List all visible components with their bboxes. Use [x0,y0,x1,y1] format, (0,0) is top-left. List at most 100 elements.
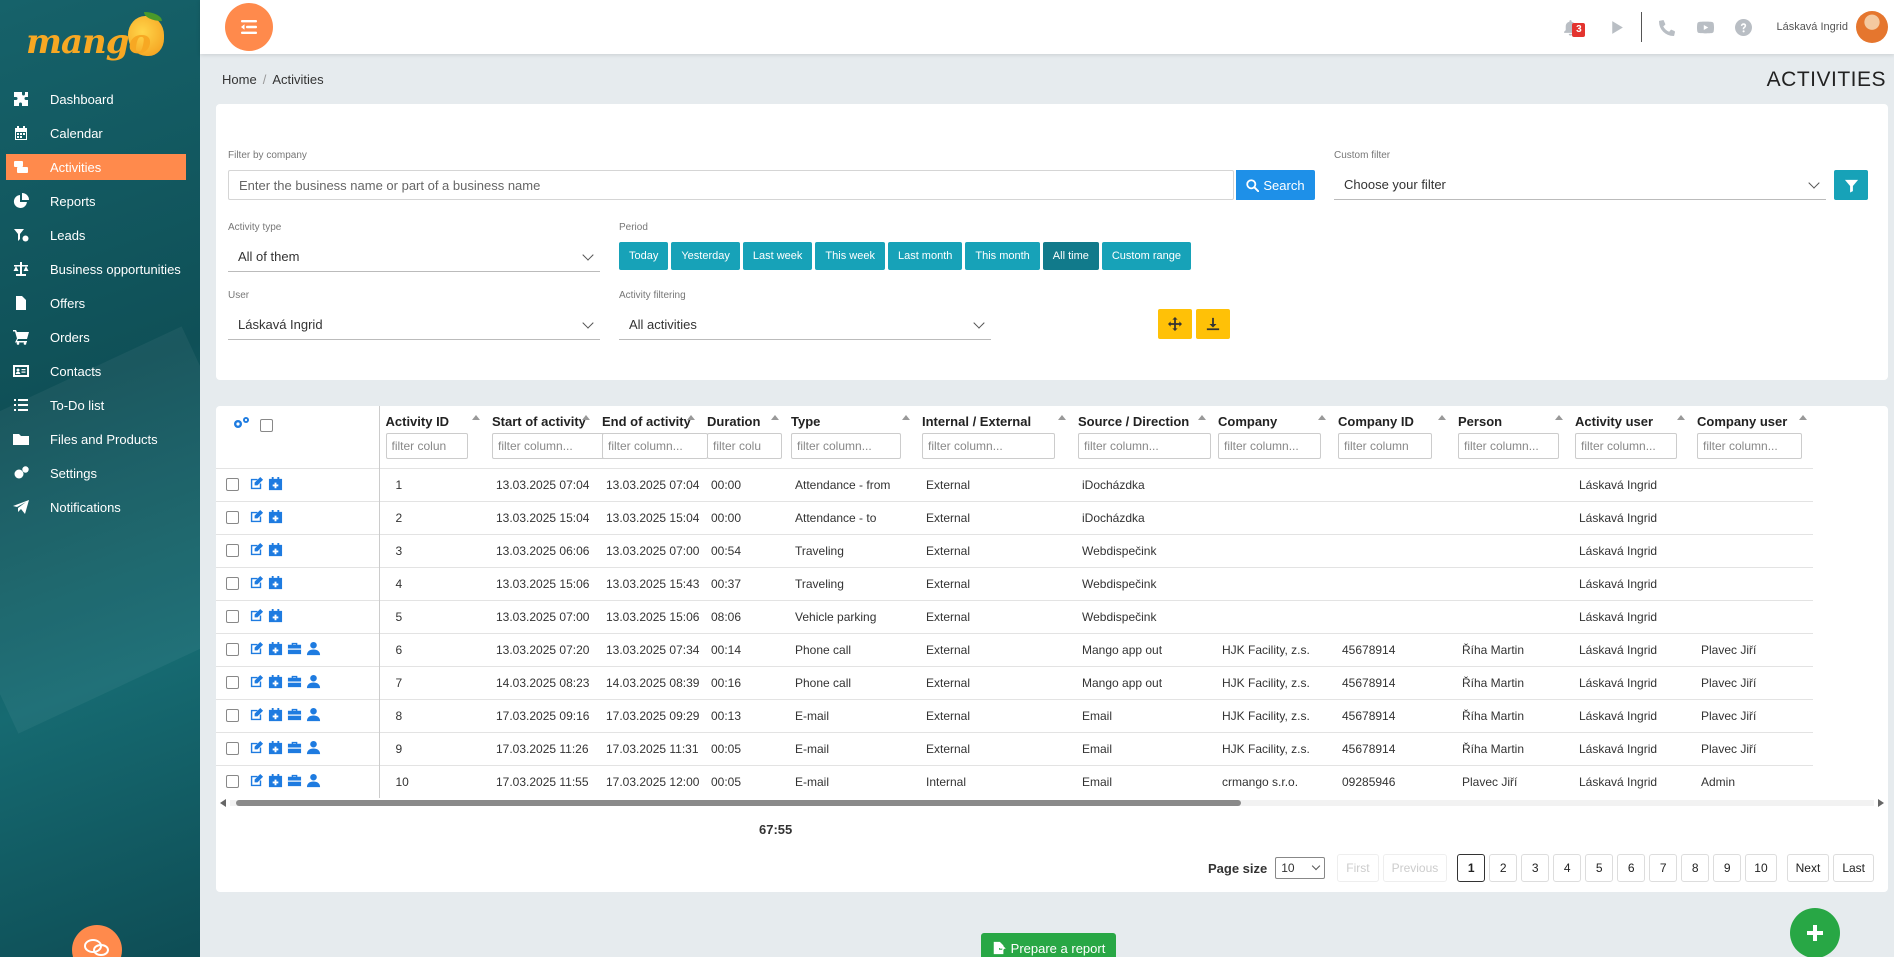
column-filter-input[interactable] [1575,433,1677,459]
calendar-plus-icon[interactable] [268,509,283,527]
edit-icon[interactable] [249,542,264,560]
calendar-plus-icon[interactable] [268,641,283,659]
column-header-company[interactable]: Company [1212,406,1332,468]
sort-up-icon[interactable] [687,415,695,420]
breadcrumb-home[interactable]: Home [222,72,257,87]
row-checkbox[interactable] [226,577,239,590]
calendar-plus-icon[interactable] [268,740,283,758]
page-button[interactable]: 10 [1745,854,1777,882]
column-settings-button[interactable] [232,415,252,434]
page-button[interactable]: 6 [1617,854,1646,882]
sidebar-item-orders[interactable]: Orders [6,324,186,350]
next-page-button[interactable]: Next [1786,854,1830,882]
table-row[interactable]: 6 13.03.2025 07:20 13.03.2025 07:34 00:14 Ph… [216,632,1813,666]
phone-button[interactable] [1654,14,1680,40]
period-button-today[interactable]: Today [619,242,669,270]
briefcase-icon[interactable] [287,674,302,692]
activity-filtering-select[interactable]: All activities [619,310,991,340]
page-button[interactable]: 8 [1681,854,1710,882]
table-row[interactable]: 9 17.03.2025 11:26 17.03.2025 11:31 00:05 E-… [216,731,1813,765]
table-row[interactable]: 5 13.03.2025 07:00 13.03.2025 15:06 08:06 Ve… [216,599,1813,633]
sidebar-item-business-opportunities[interactable]: Business opportunities [6,256,186,282]
row-checkbox[interactable] [226,478,239,491]
row-checkbox[interactable] [226,676,239,689]
table-row[interactable]: 3 13.03.2025 06:06 13.03.2025 07:00 00:54 Tr… [216,533,1813,567]
page-button[interactable]: 3 [1521,854,1550,882]
scroll-right-arrow-icon[interactable] [1878,799,1884,807]
sidebar-item-files-and-products[interactable]: Files and Products [6,426,186,452]
edit-icon[interactable] [249,773,264,791]
briefcase-icon[interactable] [287,773,302,791]
column-header-end-of-activity[interactable]: End of activity [596,406,708,468]
edit-icon[interactable] [249,740,264,758]
sort-up-icon[interactable] [1438,415,1446,420]
calendar-plus-icon[interactable] [268,674,283,692]
help-button[interactable] [1730,14,1756,40]
search-button[interactable]: Search [1236,170,1315,200]
scroll-left-arrow-icon[interactable] [220,799,226,807]
user-icon[interactable] [306,773,321,791]
menu-toggle-button[interactable] [225,3,273,51]
table-row[interactable]: 10 17.03.2025 11:55 17.03.2025 12:00 00:05 E… [216,764,1813,798]
edit-icon[interactable] [249,608,264,626]
edit-icon[interactable] [249,476,264,494]
page-button[interactable]: 7 [1649,854,1678,882]
previous-page-button[interactable]: Previous [1382,854,1448,882]
row-checkbox[interactable] [226,742,239,755]
sort-up-icon[interactable] [1198,415,1206,420]
user-icon[interactable] [306,641,321,659]
column-header-start-of-activity[interactable]: Start of activity [486,406,607,468]
calendar-plus-icon[interactable] [268,608,283,626]
edit-icon[interactable] [249,575,264,593]
calendar-plus-icon[interactable] [268,575,283,593]
briefcase-icon[interactable] [287,707,302,725]
table-row[interactable]: 1 13.03.2025 07:04 13.03.2025 07:04 00:00 At… [216,467,1813,501]
chat-button[interactable] [72,925,122,957]
sidebar-item-notifications[interactable]: Notifications [6,494,186,520]
column-filter-input[interactable] [1458,433,1559,459]
row-checkbox[interactable] [226,775,239,789]
move-columns-button[interactable] [1158,309,1192,339]
prepare-report-button[interactable]: Prepare a report [981,933,1116,957]
row-checkbox[interactable] [226,610,239,623]
column-header-activity-id[interactable]: Activity ID [378,406,486,468]
play-button[interactable] [1603,14,1629,40]
sidebar-item-leads[interactable]: Leads [6,222,186,248]
period-button-this-month[interactable]: This month [965,242,1040,270]
calendar-plus-icon[interactable] [268,542,283,560]
sort-up-icon[interactable] [1677,415,1685,420]
sidebar-item-reports[interactable]: Reports [6,188,186,214]
column-header-internal-external[interactable]: Internal / External [916,406,1072,468]
notifications-button[interactable]: 3 [1557,14,1586,40]
user-select[interactable]: Láskavá Ingrid [228,310,600,340]
mango-logo[interactable]: mango [26,12,176,67]
column-header-duration[interactable]: Duration [701,406,785,468]
column-filter-input[interactable] [492,433,607,459]
sort-up-icon[interactable] [582,415,590,420]
download-button[interactable] [1196,309,1230,339]
table-row[interactable]: 8 17.03.2025 09:16 17.03.2025 09:29 00:13 E-… [216,698,1813,732]
last-page-button[interactable]: Last [1833,854,1874,882]
sidebar-item-calendar[interactable]: Calendar [6,120,186,146]
edit-icon[interactable] [249,509,264,527]
scrollbar-thumb[interactable] [236,800,1241,806]
row-checkbox[interactable] [226,643,239,656]
sort-up-icon[interactable] [1555,415,1563,420]
column-filter-input[interactable] [602,433,708,459]
activity-type-select[interactable]: All of them [228,242,600,272]
avatar[interactable] [1856,11,1888,43]
column-header-company-id[interactable]: Company ID [1332,406,1452,468]
row-checkbox[interactable] [226,511,239,524]
add-activity-button[interactable] [1790,908,1840,957]
page-button[interactable]: 5 [1585,854,1614,882]
sort-up-icon[interactable] [472,415,480,420]
calendar-plus-icon[interactable] [268,476,283,494]
edit-icon[interactable] [249,707,264,725]
first-page-button[interactable]: First [1337,854,1379,882]
column-header-person[interactable]: Person [1452,406,1569,468]
username[interactable]: Láskavá Ingrid [1776,21,1848,33]
briefcase-icon[interactable] [287,641,302,659]
edit-icon[interactable] [249,674,264,692]
apply-filter-button[interactable] [1834,170,1868,200]
column-filter-input[interactable] [385,433,468,459]
